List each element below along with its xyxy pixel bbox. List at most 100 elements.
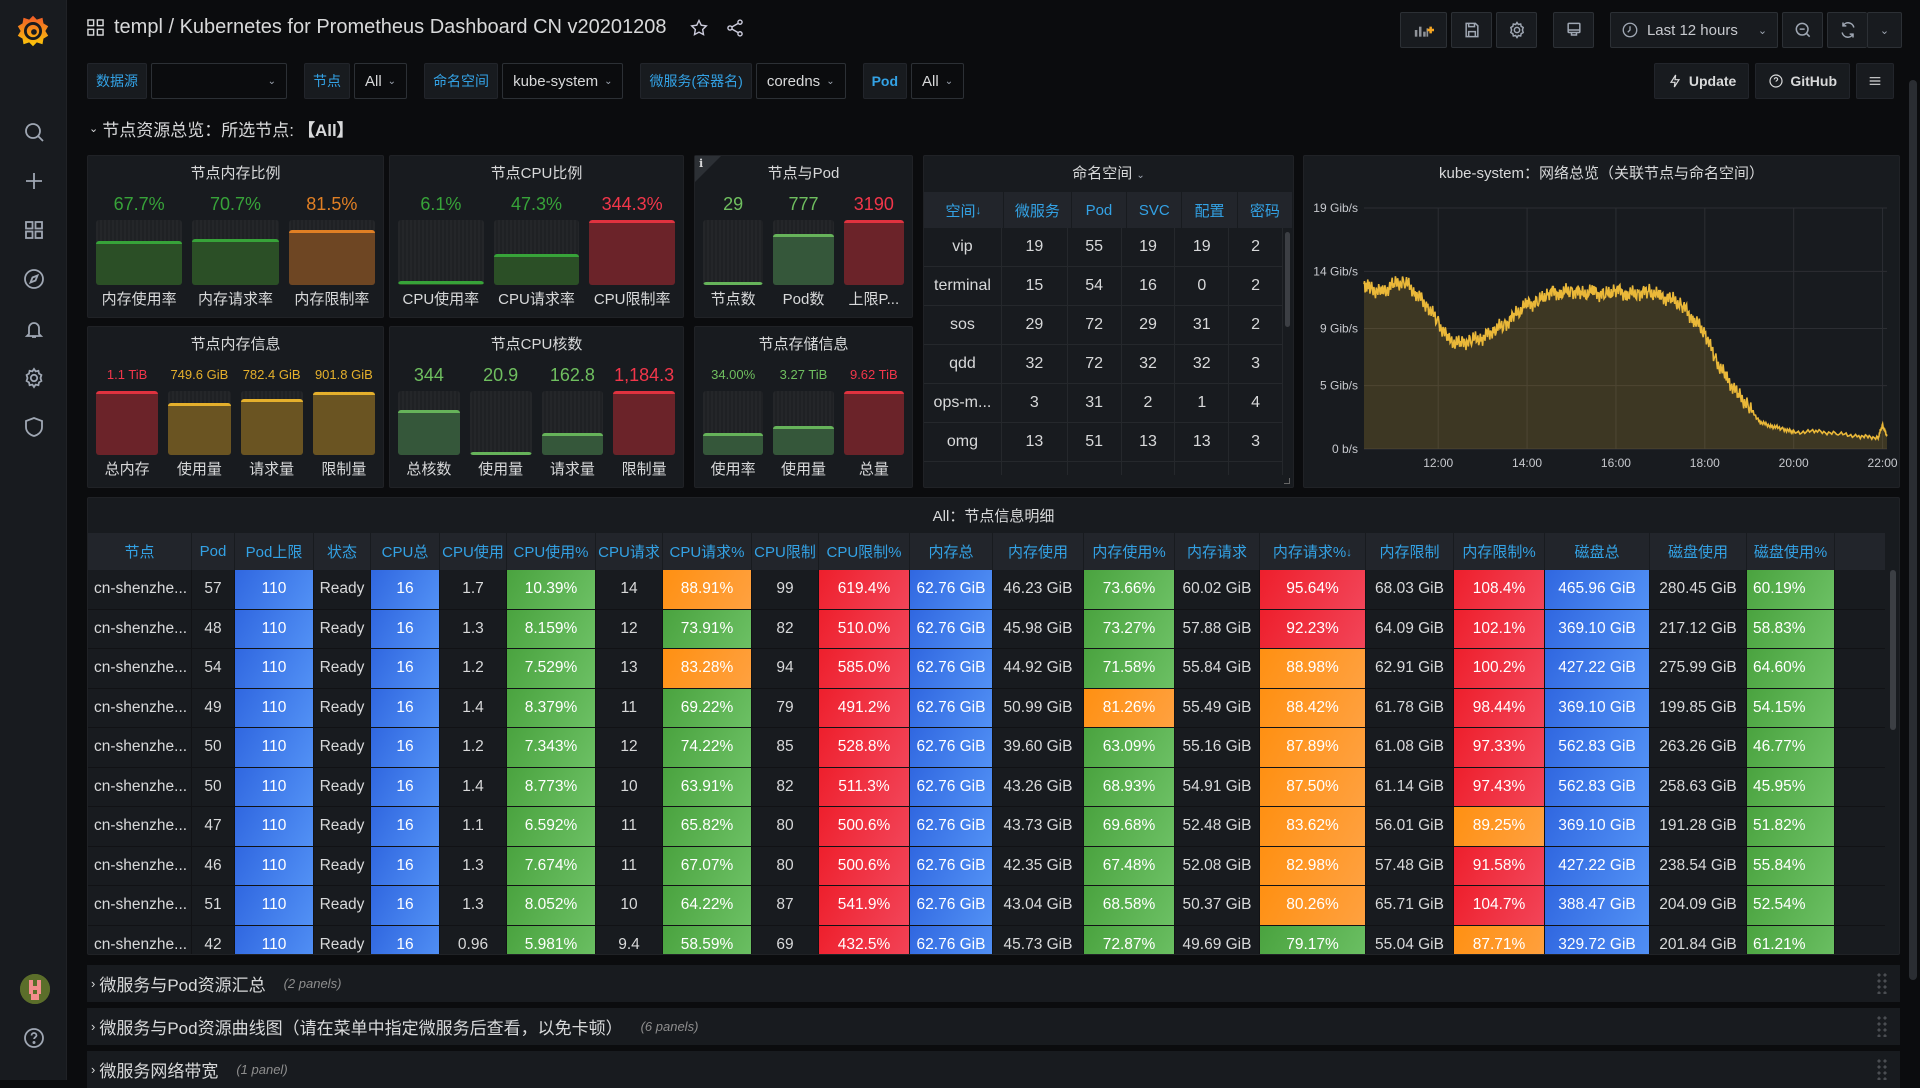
bell-icon[interactable] (18, 313, 50, 345)
table-row[interactable]: vip 19 55 19 19 2 (924, 228, 1283, 267)
table-row[interactable]: cn-shenzhe... 42 110 Ready 16 0.96 5.981% 9.4 58… (88, 925, 1885, 954)
avatar[interactable] (20, 974, 50, 1004)
drag-handle-icon[interactable] (1876, 972, 1888, 994)
panel-title[interactable]: 节点与Pod (695, 162, 912, 183)
panel-title[interactable]: All：节点信息明细 (88, 505, 1899, 526)
gear-icon[interactable] (18, 362, 50, 394)
github-link[interactable]: GitHub (1755, 63, 1850, 99)
compass-icon[interactable] (18, 263, 50, 295)
panel-title[interactable]: 节点内存比例 (88, 162, 383, 183)
table-row[interactable]: cn-shenzhe... 50 110 Ready 16 1.4 8.773% 10 63.9… (88, 767, 1885, 807)
zoom-out-button[interactable] (1782, 12, 1823, 48)
panel-title[interactable]: 节点CPU核数 (390, 333, 683, 354)
column-header[interactable]: 内存请求 (1175, 533, 1260, 570)
collapsed-row[interactable]: › 微服务与Pod资源汇总 (2 panels) (87, 965, 1900, 1002)
table-row[interactable]: cn-shenzhe... 54 110 Ready 16 1.2 7.529% 13 83.2… (88, 649, 1885, 689)
add-panel-button[interactable] (1400, 12, 1447, 48)
column-header[interactable]: Pod (1072, 192, 1128, 228)
page-scrollbar[interactable] (1909, 80, 1917, 980)
scrollbar[interactable] (1285, 232, 1290, 327)
menu-button[interactable] (1856, 63, 1894, 99)
drag-handle-icon[interactable] (1876, 1015, 1888, 1037)
update-link[interactable]: Update (1653, 63, 1750, 99)
column-header[interactable]: Pod上限 (235, 533, 314, 570)
column-header[interactable]: 微服务 (1004, 192, 1072, 228)
column-header[interactable]: 状态 (314, 533, 371, 570)
column-header[interactable]: 内存请求% ↓ (1260, 533, 1366, 570)
namespace-select[interactable]: kube-system ⌄ (502, 63, 624, 99)
table-row[interactable]: ops-m... 3 31 2 1 4 (924, 384, 1283, 423)
table-row[interactable]: cn-shenzhe... 47 110 Ready 16 1.1 6.592% 11 65.8… (88, 807, 1885, 847)
column-header[interactable]: Pod (192, 533, 235, 570)
column-header[interactable]: 磁盘使用% (1747, 533, 1835, 570)
grafana-logo-icon[interactable] (14, 12, 52, 50)
table-cell: 15 (1002, 267, 1068, 305)
column-header[interactable]: 节点 (88, 533, 192, 570)
dashboards-icon[interactable] (18, 214, 50, 246)
refresh-button[interactable] (1827, 12, 1867, 48)
panel-title[interactable]: 节点内存信息 (88, 333, 383, 354)
table-row[interactable]: cn-shenzhe... 49 110 Ready 16 1.4 8.379% 11 69.2… (88, 688, 1885, 728)
column-header[interactable]: 内存使用% (1084, 533, 1175, 570)
breadcrumb[interactable]: templ / Kubernetes for Prometheus Dashbo… (114, 16, 667, 39)
column-header[interactable]: CPU请求% (663, 533, 752, 570)
panel-title[interactable]: 命名空间 ⌄ (924, 162, 1293, 183)
table-row[interactable]: cn-shenzhe... 50 110 Ready 16 1.2 7.343% 12 74.2… (88, 728, 1885, 768)
column-header[interactable]: CPU使用% (507, 533, 596, 570)
column-header[interactable]: CPU限制% (819, 533, 910, 570)
panel-title[interactable]: 节点存储信息 (695, 333, 912, 354)
shield-icon[interactable] (18, 411, 50, 443)
column-header[interactable]: CPU使用 (440, 533, 507, 570)
search-icon[interactable] (18, 116, 50, 148)
column-header[interactable]: 密码 (1238, 192, 1294, 228)
network-chart[interactable]: 0 b/s 5 Gib/s 9 Gib/s 14 Gib/s 19 Gib/s 12:00… (1304, 156, 1901, 489)
column-header[interactable]: 磁盘使用 (1650, 533, 1747, 570)
datasource-select[interactable]: ⌄ (151, 63, 287, 99)
bar-gauge: 344 总核数 (398, 363, 460, 479)
refresh-interval-dropdown[interactable]: ⌄ (1867, 12, 1902, 48)
table-cell: 1 (1175, 384, 1230, 422)
table-row[interactable]: terminal 15 54 16 0 2 (924, 267, 1283, 306)
table-row[interactable]: cn-shenzhe... 51 110 Ready 16 1.3 8.052% 10 64.2… (88, 886, 1885, 926)
column-header[interactable]: 磁盘总 (1545, 533, 1650, 570)
table-row[interactable]: sos 29 72 29 31 2 (924, 306, 1283, 345)
help-icon[interactable] (18, 1022, 50, 1054)
row-node-overview[interactable]: ⌄ 节点资源总览：所选节点: 【All】 (89, 116, 354, 141)
collapsed-row[interactable]: › 微服务与Pod资源曲线图（请在菜单中指定微服务后查看，以免卡顿） (6 pa… (87, 1008, 1900, 1045)
table-row[interactable]: omg 13 51 13 13 3 (924, 423, 1283, 462)
column-header[interactable]: 配置 (1182, 192, 1238, 228)
tv-mode-button[interactable] (1553, 12, 1594, 48)
table-cell (1068, 462, 1122, 475)
star-icon[interactable] (689, 18, 709, 38)
time-picker-button[interactable]: Last 12 hours ⌄ (1610, 12, 1778, 48)
plus-icon[interactable] (18, 165, 50, 197)
column-header[interactable]: SVC (1127, 192, 1183, 228)
table-cell: 44.92 GiB (993, 649, 1084, 688)
table-row[interactable]: cn-shenzhe... 48 110 Ready 16 1.3 8.159% 12 73.9… (88, 609, 1885, 649)
share-icon[interactable] (725, 18, 745, 38)
drag-handle-icon[interactable] (1876, 1058, 1888, 1080)
column-header[interactable]: 内存限制 (1366, 533, 1454, 570)
panel-title[interactable]: 节点CPU比例 (390, 162, 683, 183)
scrollbar[interactable] (1890, 570, 1896, 730)
table-row[interactable]: qdd 32 72 32 32 3 (924, 345, 1283, 384)
pod-select[interactable]: All ⌄ (911, 63, 965, 99)
column-header[interactable]: 内存限制% (1454, 533, 1545, 570)
table-cell: cn-shenzhe... (88, 846, 192, 885)
resize-handle[interactable] (1284, 478, 1290, 484)
dashboard-settings-button[interactable] (1496, 12, 1537, 48)
table-cell: 104.7% (1454, 886, 1545, 925)
column-header[interactable]: CPU限制 (752, 533, 819, 570)
column-header[interactable]: 内存使用 (993, 533, 1084, 570)
save-dashboard-button[interactable] (1451, 12, 1492, 48)
column-header[interactable]: 空间 ↓ (924, 192, 1005, 228)
microservice-select[interactable]: coredns ⌄ (755, 63, 846, 99)
column-header[interactable]: 内存总 (910, 533, 993, 570)
node-select[interactable]: All ⌄ (354, 63, 408, 99)
column-header[interactable]: CPU总 (371, 533, 440, 570)
collapsed-row[interactable]: › 微服务网络带宽 (1 panel) (87, 1051, 1900, 1088)
table-row[interactable]: cn-shenzhe... 46 110 Ready 16 1.3 7.674% 11 67.0… (88, 846, 1885, 886)
column-header[interactable]: CPU请求 (596, 533, 663, 570)
table-cell: 64.09 GiB (1366, 609, 1454, 648)
table-row[interactable]: cn-shenzhe... 57 110 Ready 16 1.7 10.39% 14 88.9… (88, 570, 1885, 610)
